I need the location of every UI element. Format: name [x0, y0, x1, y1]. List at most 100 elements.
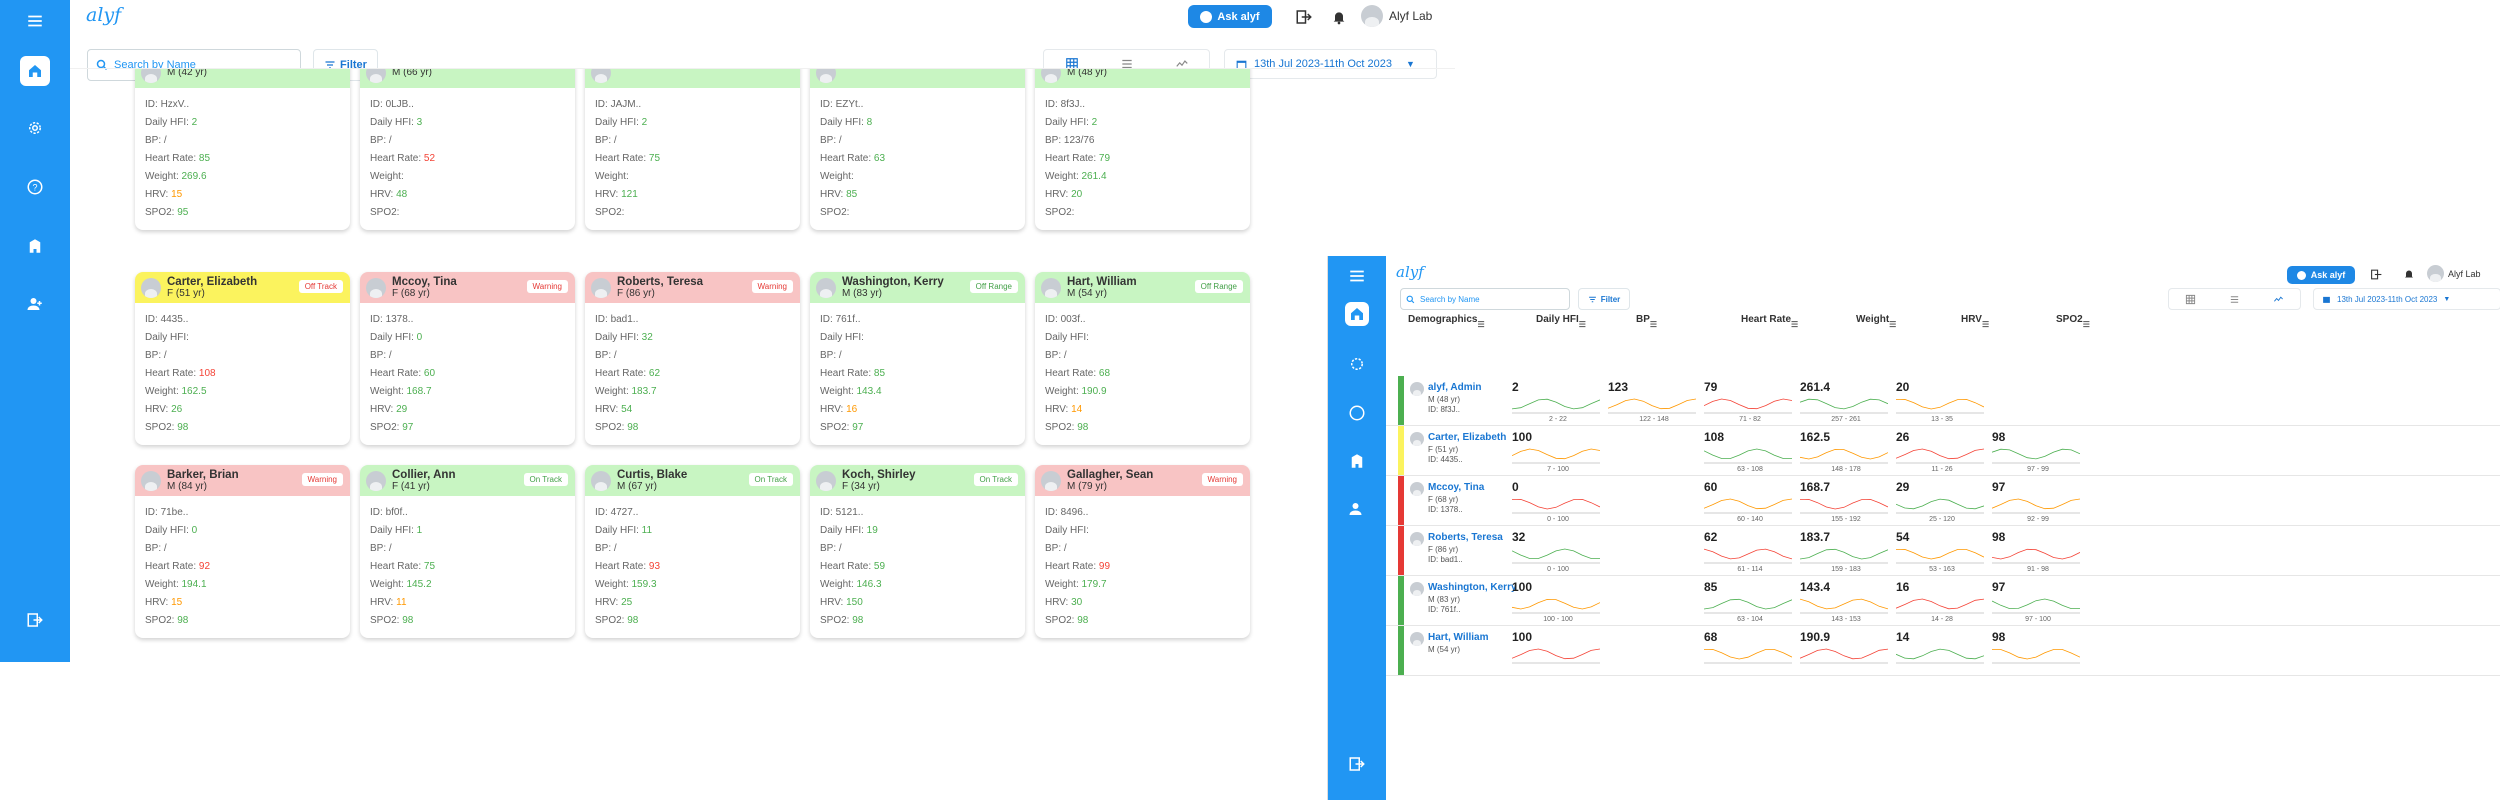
metric-cell[interactable]: 85 63 - 104 [1704, 580, 1796, 624]
metric-cell[interactable]: 0 0 - 100 [1512, 480, 1604, 524]
metric-cell[interactable]: 123 122 - 148 [1608, 380, 1700, 424]
building-icon[interactable] [20, 231, 50, 261]
notification-bell-icon[interactable] [1328, 6, 1350, 28]
column-header-bp[interactable]: BP ☰ [1636, 314, 1657, 329]
column-header-heart-rate[interactable]: Heart Rate ☰ [1741, 314, 1798, 329]
metric-cell[interactable]: 20 13 - 35 [1896, 380, 1988, 424]
sort-icon[interactable]: ☰ [2083, 320, 2090, 329]
metric-cell[interactable]: 60 60 - 140 [1704, 480, 1796, 524]
metric-cell[interactable]: 68 [1704, 630, 1796, 674]
add-user-icon[interactable] [1342, 494, 1372, 524]
metric-cell[interactable]: 100 7 - 100 [1512, 430, 1604, 474]
settings-gear-icon[interactable] [1342, 349, 1372, 379]
metric-cell[interactable]: 26 11 - 26 [1896, 430, 1988, 474]
patient-name[interactable]: Collier, Ann [392, 469, 455, 481]
metric-cell[interactable]: 79 71 - 82 [1704, 380, 1796, 424]
patient-name[interactable]: Carter, Elizabeth [167, 276, 257, 288]
table-row[interactable]: Mccoy, Tina F (68 yr) ID: 1378.. 0 0 - 100 60… [1386, 476, 2500, 526]
patient-card[interactable]: Barker, Brian M (84 yr) Warning ID: 71be.. D… [135, 465, 350, 638]
settings-gear-icon[interactable] [20, 113, 50, 143]
hamburger-menu-icon[interactable] [20, 6, 50, 36]
metric-cell[interactable]: 14 [1896, 630, 1988, 674]
list-view-icon[interactable] [2213, 289, 2257, 309]
patient-name[interactable]: Washington, Kerry [842, 276, 944, 288]
metric-cell[interactable]: 98 91 - 98 [1992, 530, 2084, 574]
search-input[interactable]: Search by Name [1400, 288, 1570, 310]
column-header-hrv[interactable]: HRV ☰ [1961, 314, 1989, 329]
table-row[interactable]: Roberts, Teresa F (86 yr) ID: bad1.. 32 0 - … [1386, 526, 2500, 576]
sort-icon[interactable]: ☰ [1477, 320, 1484, 329]
table-row[interactable]: Hart, William M (54 yr) 100 68 190.9 14 98 [1386, 626, 2500, 676]
patient-card[interactable]: Mccoy, Tina F (68 yr) Warning ID: 1378.. Dai… [360, 272, 575, 445]
metric-cell[interactable]: 2 2 - 22 [1512, 380, 1604, 424]
metric-cell[interactable] [1608, 580, 1700, 624]
column-header-spo2[interactable]: SPO2 ☰ [2056, 314, 2090, 329]
metric-cell[interactable]: 62 61 - 114 [1704, 530, 1796, 574]
metric-cell[interactable]: 261.4 257 - 261 [1800, 380, 1892, 424]
logout-icon[interactable] [20, 605, 50, 635]
sort-icon[interactable]: ☰ [1889, 320, 1896, 329]
metric-cell[interactable]: 32 0 - 100 [1512, 530, 1604, 574]
sort-icon[interactable]: ☰ [1791, 320, 1798, 329]
metric-cell[interactable] [1992, 380, 2084, 424]
patient-card[interactable]: Roberts, Teresa F (86 yr) Warning ID: bad1.… [585, 272, 800, 445]
patient-name[interactable]: Hart, William [1067, 276, 1137, 288]
column-header-demographics[interactable]: Demographics ☰ [1408, 314, 1485, 329]
metric-cell[interactable] [1608, 480, 1700, 524]
metric-cell[interactable] [1608, 630, 1700, 674]
metric-cell[interactable]: 100 100 - 100 [1512, 580, 1604, 624]
patient-name[interactable]: Koch, Shirley [842, 469, 916, 481]
patient-card[interactable]: M (48 yr) ID: 8f3J.. Daily HFI: 2 BP: 123/7… [1035, 69, 1250, 230]
building-icon[interactable] [1342, 446, 1372, 476]
user-menu[interactable]: Alyf Lab [1361, 5, 1432, 27]
patient-name-link[interactable]: alyf, Admin [1428, 382, 1482, 393]
patient-card[interactable]: Washington, Kerry M (83 yr) Off Range ID: 7… [810, 272, 1025, 445]
patient-card[interactable]: M (66 yr) ID: 0LJB.. Daily HFI: 3 BP: / Hear… [360, 69, 575, 230]
sort-icon[interactable]: ☰ [1982, 320, 1989, 329]
home-icon[interactable] [20, 56, 50, 86]
metric-cell[interactable]: 98 [1992, 630, 2084, 674]
logout-icon[interactable] [1342, 749, 1372, 779]
sort-icon[interactable]: ☰ [1579, 320, 1586, 329]
metric-cell[interactable]: 100 [1512, 630, 1604, 674]
logout-top-icon[interactable] [2368, 266, 2384, 282]
metric-cell[interactable] [1608, 530, 1700, 574]
column-header-weight[interactable]: Weight ☰ [1856, 314, 1896, 329]
table-row[interactable]: Washington, Kerry M (83 yr) ID: 761f.. 100 1… [1386, 576, 2500, 626]
metric-cell[interactable]: 16 14 - 28 [1896, 580, 1988, 624]
patient-card[interactable]: Koch, Shirley F (34 yr) On Track ID: 5121..… [810, 465, 1025, 638]
metric-cell[interactable] [1608, 430, 1700, 474]
metric-cell[interactable]: 108 63 - 108 [1704, 430, 1796, 474]
help-icon[interactable]: ? [20, 172, 50, 202]
metric-cell[interactable]: 29 25 - 120 [1896, 480, 1988, 524]
patient-name[interactable]: Barker, Brian [167, 469, 239, 481]
metric-cell[interactable]: 190.9 [1800, 630, 1892, 674]
patient-name[interactable]: Roberts, Teresa [617, 276, 703, 288]
metric-cell[interactable]: 97 97 - 100 [1992, 580, 2084, 624]
metric-cell[interactable]: 168.7 155 - 192 [1800, 480, 1892, 524]
patient-name-link[interactable]: Roberts, Teresa [1428, 532, 1503, 543]
metric-cell[interactable]: 183.7 159 - 183 [1800, 530, 1892, 574]
metric-cell[interactable]: 97 92 - 99 [1992, 480, 2084, 524]
patient-card[interactable]: ID: JAJM.. Daily HFI: 2 BP: / Heart Rate: 7… [585, 69, 800, 230]
patient-name[interactable]: Mccoy, Tina [392, 276, 457, 288]
patient-name-link[interactable]: Mccoy, Tina [1428, 482, 1484, 493]
metric-cell[interactable]: 162.5 148 - 178 [1800, 430, 1892, 474]
date-range-picker[interactable]: 13th Jul 2023-11th Oct 2023 ▼ [2313, 288, 2500, 310]
notification-bell-icon[interactable] [2401, 266, 2417, 282]
home-icon[interactable] [1345, 302, 1369, 326]
add-user-icon[interactable] [20, 289, 50, 319]
patient-card[interactable]: Collier, Ann F (41 yr) On Track ID: bf0f.. D… [360, 465, 575, 638]
patient-card[interactable]: Gallagher, Sean M (79 yr) Warning ID: 8496.… [1035, 465, 1250, 638]
grid-view-icon[interactable] [2169, 289, 2213, 309]
sort-icon[interactable]: ☰ [1650, 320, 1657, 329]
ask-alyf-button[interactable]: Ask alyf [1188, 5, 1272, 28]
patient-name[interactable]: Curtis, Blake [617, 469, 687, 481]
metric-cell[interactable]: 98 97 - 99 [1992, 430, 2084, 474]
ask-alyf-button[interactable]: Ask alyf [2287, 266, 2355, 284]
patient-name-link[interactable]: Carter, Elizabeth [1428, 432, 1506, 443]
patient-name-link[interactable]: Washington, Kerry [1428, 582, 1517, 593]
hamburger-menu-icon[interactable] [1342, 261, 1372, 291]
patient-name[interactable]: Gallagher, Sean [1067, 469, 1153, 481]
patient-card[interactable]: Carter, Elizabeth F (51 yr) Off Track ID: 4… [135, 272, 350, 445]
